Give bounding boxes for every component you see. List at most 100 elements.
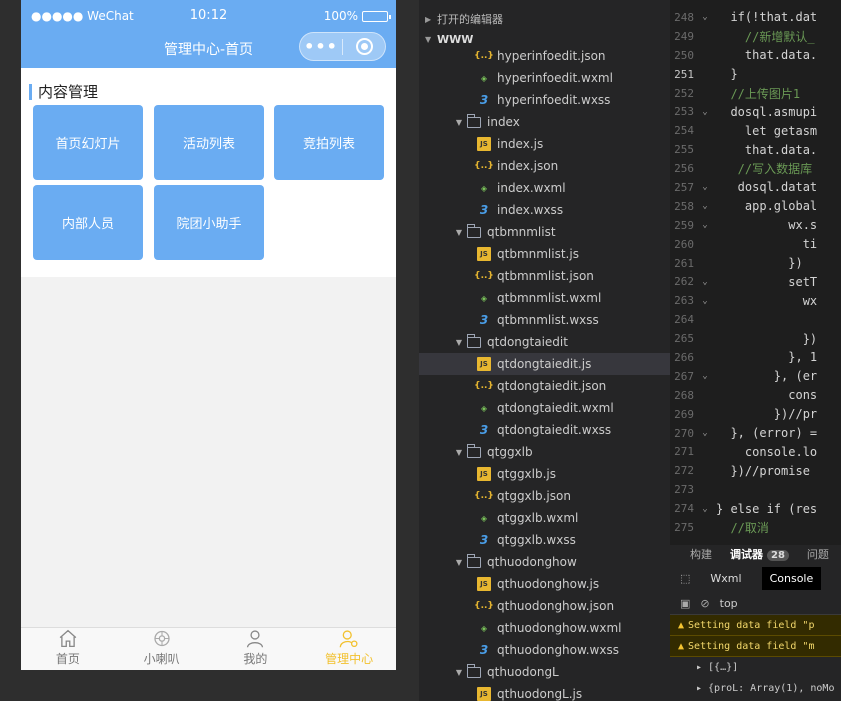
folder-item[interactable]: ▼ index [419,111,670,133]
file-item[interactable]: {..} qthuodonghow.json [419,595,670,617]
file-item[interactable]: {..} index.json [419,155,670,177]
file-item[interactable]: 3 qtggxlb.wxss [419,529,670,551]
tile-auction-list[interactable]: 竞拍列表 [274,105,384,180]
tab-console[interactable]: Console [761,566,822,590]
tab-problems[interactable]: 问题 [807,546,829,562]
js-file-icon: JS [477,467,491,481]
file-item[interactable]: 3 qthuodonghow.wxss [419,639,670,661]
file-name: qtdongtaiedit.js [497,357,592,371]
file-item[interactable]: JS qthuodonghow.js [419,573,670,595]
file-item[interactable]: JS qtdongtaiedit.js [419,353,670,375]
code-text: ti [716,237,818,252]
file-item[interactable]: 3 hyperinfoedit.wxss [419,89,670,111]
js-file-icon: JS [477,687,491,701]
folder-item[interactable]: ▼ qthuodonghow [419,551,670,573]
json-file-icon: {..} [474,271,494,281]
fold-chevron-icon[interactable]: ⌄ [694,182,716,192]
line-number: 270 [674,426,694,440]
file-item[interactable]: {..} hyperinfoedit.json [419,45,670,67]
wxml-file-icon: ◈ [480,183,488,193]
fold-chevron-icon[interactable]: ⌄ [694,201,716,211]
tab-debugger[interactable]: 调试器 28 [730,546,789,562]
console-warning[interactable]: ▲ Setting data field "p [670,615,841,636]
fold-chevron-icon[interactable]: ⌄ [694,220,716,230]
code-text: dosql.datat [716,180,818,195]
tab-build[interactable]: 构建 [690,546,712,562]
battery-status: 100% [324,9,391,23]
file-name: qthuodonghow.json [497,599,615,613]
tab-horn[interactable]: 小喇叭 [115,628,209,670]
file-item[interactable]: JS index.js [419,133,670,155]
console-warning[interactable]: ▲ Setting data field "m [670,636,841,657]
line-number: 256 [674,162,694,176]
tab-admin[interactable]: 管理中心 [302,628,396,670]
code-text: } [716,67,738,82]
context-selector[interactable]: top [720,597,738,610]
console-log[interactable]: ▸ {proL: Array(1), noMo [670,678,841,699]
chevron-right-icon: ▶ [425,14,432,24]
fold-chevron-icon[interactable]: ⌄ [694,277,716,287]
file-name: qtggxlb.wxss [497,533,576,547]
console-output: ▲ Setting data field "p ▲ Setting data fiel… [670,615,841,699]
line-number: 253 [674,105,694,119]
line-number: 262 [674,275,694,289]
sidebar-toggle-icon[interactable]: ▣ [680,597,690,610]
wxss-file-icon: 3 [479,203,489,217]
code-line: 259 ⌄ wx.s [670,216,841,235]
line-number: 267 [674,369,694,383]
close-miniprogram-button[interactable] [343,38,385,55]
fold-chevron-icon[interactable]: ⌄ [694,428,716,438]
code-line: 268 cons [670,386,841,405]
file-item[interactable]: ◈ qthuodonghow.wxml [419,617,670,639]
code-text: that.data. [716,48,818,63]
file-item[interactable]: 3 index.wxss [419,199,670,221]
fold-chevron-icon[interactable]: ⌄ [694,371,716,381]
file-item[interactable]: JS qtbmnmlist.js [419,243,670,265]
tile-activity-list[interactable]: 活动列表 [154,105,264,180]
tab-mine[interactable]: 我的 [209,628,303,670]
tab-home[interactable]: 首页 [21,628,115,670]
more-icon[interactable]: ••• [300,37,342,56]
file-name: qtdongtaiedit.json [497,379,607,393]
open-editors-header[interactable]: ▶ 打开的编辑器 [419,9,670,29]
file-item[interactable]: {..} qtbmnmlist.json [419,265,670,287]
file-item[interactable]: ◈ index.wxml [419,177,670,199]
code-editor[interactable]: 248 ⌄ if(!that.dat 249 //新增默认_ 250 that.dat… [670,0,841,545]
code-text: }, 1 [716,350,818,365]
inspect-icon[interactable]: ⬚ [680,572,690,585]
js-file-icon: JS [477,137,491,151]
line-number: 248 [674,10,694,24]
file-item[interactable]: ◈ qtdongtaiedit.wxml [419,397,670,419]
tab-wxml[interactable]: Wxml [702,567,749,590]
fold-chevron-icon[interactable]: ⌄ [694,504,716,514]
line-number: 264 [674,313,694,327]
code-line: 270 ⌄ }, (error) = [670,424,841,443]
fold-chevron-icon[interactable]: ⌄ [694,296,716,306]
code-line: 255 that.data. [670,140,841,159]
code-text: //新增默认_ [716,29,815,44]
clear-console-icon[interactable]: ⊘ [700,597,709,610]
file-item[interactable]: ◈ qtbmnmlist.wxml [419,287,670,309]
tile-assistant[interactable]: 院团小助手 [154,185,264,260]
file-item[interactable]: {..} qtggxlb.json [419,485,670,507]
folder-item[interactable]: ▼ qtbmnmlist [419,221,670,243]
file-item[interactable]: {..} qtdongtaiedit.json [419,375,670,397]
tile-slideshow[interactable]: 首页幻灯片 [33,105,143,180]
wxss-file-icon: 3 [479,643,489,657]
file-item[interactable]: ◈ hyperinfoedit.wxml [419,67,670,89]
folder-item[interactable]: ▼ qtdongtaiedit [419,331,670,353]
fold-chevron-icon[interactable]: ⌄ [694,107,716,117]
file-item[interactable]: ◈ qtggxlb.wxml [419,507,670,529]
file-name: qtdongtaiedit.wxml [497,401,614,415]
root-folder-label: WWW [437,32,474,46]
folder-item[interactable]: ▼ qtggxlb [419,441,670,463]
file-item[interactable]: JS qthuodongL.js [419,683,670,701]
fold-chevron-icon[interactable]: ⌄ [694,12,716,22]
file-item[interactable]: JS qtggxlb.js [419,463,670,485]
file-item[interactable]: 3 qtdongtaiedit.wxss [419,419,670,441]
console-log[interactable]: ▸ [{…}] [670,657,841,678]
file-item[interactable]: 3 qtbmnmlist.wxss [419,309,670,331]
json-file-icon: {..} [474,491,494,501]
tile-staff[interactable]: 内部人员 [33,185,143,260]
folder-item[interactable]: ▼ qthuodongL [419,661,670,683]
